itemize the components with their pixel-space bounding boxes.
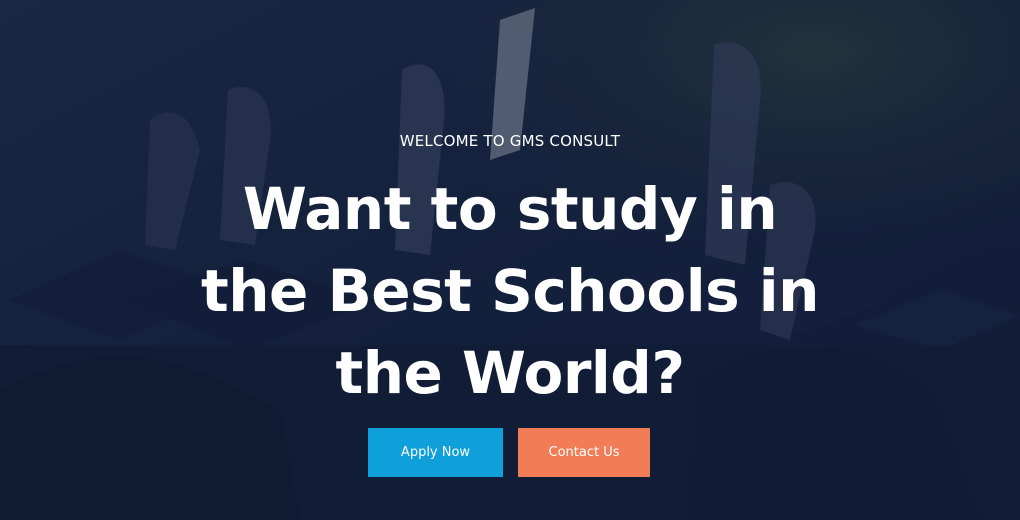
hero-section: WELCOME TO GMS CONSULT Want to study in … (0, 0, 1020, 520)
welcome-eyebrow: WELCOME TO GMS CONSULT (399, 132, 621, 150)
apply-now-button[interactable]: Apply Now (368, 428, 503, 477)
contact-us-button[interactable]: Contact Us (518, 428, 650, 477)
hero-headline: Want to study in the Best Schools in the… (201, 175, 819, 407)
hero-content: WELCOME TO GMS CONSULT Want to study in … (0, 0, 1020, 520)
